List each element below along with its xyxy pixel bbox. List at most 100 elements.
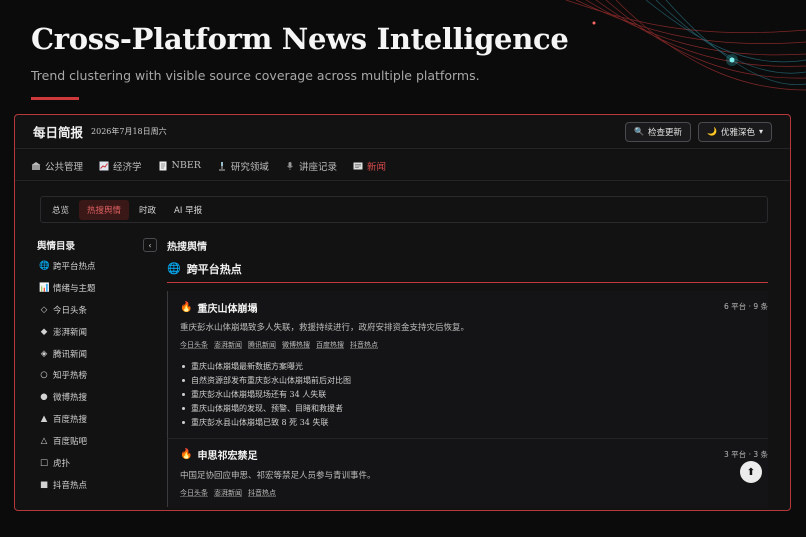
topic-title: 🔥 重庆山体崩塌 [180,299,768,315]
nav-label: 研究领域 [230,161,269,173]
sidebar-item-label: 今日头条 [53,305,88,316]
circle-icon: ● [40,392,48,403]
diamond-icon: ◆ [40,326,48,337]
document-icon [158,161,168,171]
sidebar-item-baidu[interactable]: ▲ 百度热搜 [37,408,157,430]
nav-label: 公共管理 [45,161,84,173]
topic-card[interactable]: 🔥 重庆山体崩塌 6 平台 · 9 条 重庆彭水山体崩塌致多人失联，救援持续进行… [167,291,768,438]
sidebar-item-thepaper[interactable]: ◆ 澎湃新闻 [37,321,157,343]
main-nav: 公共管理 经济学 NBER 研究领域 讲座记录 新闻 [15,151,790,181]
sidebar-header: 舆情目录 ‹ [37,235,157,255]
source-tag[interactable]: 抖音热点 [350,340,378,350]
nav-item-public-admin[interactable]: 公共管理 [31,159,83,173]
subtab-politics[interactable]: 时政 [131,200,164,220]
small-diamond-icon: ◈ [40,348,48,359]
headline-text: 重庆山体崩塌的发现、预警、目睹和救援者 [191,404,343,414]
triangle-outline-icon: △ [40,436,48,447]
check-update-button[interactable]: 🔍 检查更新 [625,121,691,142]
collapse-sidebar-button[interactable]: ‹ [143,238,157,252]
scroll-to-top-button[interactable]: ⬆ [740,461,762,483]
arrow-up-icon: ⬆ [746,466,756,478]
globe-icon: 🌐 [167,262,181,275]
subtab-hot-search[interactable]: 热搜舆情 [79,199,130,220]
topic-card[interactable]: 🔥 申思祁宏禁足 3 平台 · 3 条 中国足协回应申思、祁宏等禁足人员参与青训… [167,437,768,507]
theme-select-button[interactable]: 🌙 优雅深色 ▾ [698,121,772,142]
sidebar-item-sentiment[interactable]: 📊 情绪与主题 [37,277,157,299]
topic-description: 重庆彭水山体崩塌致多人失联，救援持续进行，政府安排资金支持灾后恢复。 [180,323,470,333]
sidebar-title: 舆情目录 [37,241,76,252]
sidebar-item-label: 跨平台热点 [53,261,96,272]
topic-meta: 6 平台 · 9 条 [724,302,768,311]
nav-item-nber[interactable]: NBER [158,160,201,171]
square-outline-icon: □ [39,457,49,468]
sidebar-item-tencent[interactable]: ◈ 腾讯新闻 [37,343,157,365]
globe-icon: 🌐 [39,260,50,271]
search-icon: 🔍 [634,127,644,136]
sidebar-item-toutiao[interactable]: ◇ 今日头条 [37,299,157,321]
app-window: 每日简报 2026年7月18日周六 🔍 检查更新 🌙 优雅深色 ▾ 公共管理 经… [14,114,791,511]
headline-item[interactable]: 自然资源部发布重庆彭水山体崩塌前后对比图 [180,373,768,387]
nav-item-lectures[interactable]: 讲座记录 [285,159,337,173]
subtab-ai-brief[interactable]: AI 早报 [166,200,210,220]
main-content: 热搜舆情 🌐 跨平台热点 🔥 重庆山体崩塌 6 平台 · 9 条 重庆彭水山体崩… [167,235,768,507]
subtab-overview[interactable]: 总览 [44,200,77,220]
nav-item-research[interactable]: 研究领域 [217,159,269,173]
sentiment-sidebar: 舆情目录 ‹ 🌐 跨平台热点 📊 情绪与主题 ◇ 今日头条 ◆ 澎湃新闻 ◈ 腾讯新闻 ○… [37,235,157,496]
source-tag[interactable]: 百度热搜 [316,340,344,350]
sidebar-item-tieba[interactable]: △ 百度贴吧 [37,430,157,452]
app-date: 2026年7月18日周六 [91,127,167,136]
source-tag[interactable]: 腾讯新闻 [248,340,276,350]
chart-icon: 📊 [39,282,50,293]
bullet-icon [182,364,185,368]
sidebar-item-zhihu[interactable]: ○ 知乎热榜 [37,364,157,386]
chart-icon [99,161,109,171]
sidebar-item-label: 微博热搜 [53,393,88,404]
sidebar-item-hupu[interactable]: □ 虎扑 [37,452,157,474]
nav-label: 新闻 [366,161,386,173]
sidebar-item-label: 百度热搜 [53,415,88,426]
sidebar-item-cross-platform[interactable]: 🌐 跨平台热点 [37,255,157,277]
app-header: 每日简报 2026年7月18日周六 🔍 检查更新 🌙 优雅深色 ▾ [15,115,790,149]
page-title: 热搜舆情 [167,241,207,253]
source-tag[interactable]: 微博热搜 [282,340,310,350]
headline-text: 自然资源部发布重庆彭水山体崩塌前后对比图 [191,375,351,385]
source-tag[interactable]: 今日头条 [180,340,208,350]
nav-label: 经济学 [113,161,142,173]
square-icon: ■ [39,479,49,490]
topic-title-label: 重庆山体崩塌 [197,303,258,315]
topic-title-label: 申思祁宏禁足 [197,451,258,463]
check-update-label: 检查更新 [647,127,682,138]
nav-label: NBER [171,160,201,171]
sidebar-item-douyin[interactable]: ■ 抖音热点 [37,474,157,496]
headline-text: 重庆彭水县山体崩塌已致 8 死 34 失联 [191,418,329,428]
headline-item[interactable]: 重庆彭水山体崩塌现场还有 34 人失联 [180,387,768,401]
headline-item[interactable]: 重庆彭水县山体崩塌已致 8 死 34 失联 [180,416,768,430]
microscope-icon [217,161,227,171]
source-tag[interactable]: 澎湃新闻 [214,340,242,350]
source-tags: 今日头条 澎湃新闻 腾讯新闻 微博热搜 百度热搜 抖音热点 [180,339,768,351]
hero-title: Cross-Platform News Intelligence [31,22,569,56]
building-icon [31,161,41,171]
fire-icon: 🔥 [180,301,193,313]
source-tag[interactable]: 澎湃新闻 [214,488,242,498]
hero-accent-rule [31,97,79,100]
sidebar-item-weibo[interactable]: ● 微博热搜 [37,386,157,408]
source-tag[interactable]: 今日头条 [180,488,208,498]
moon-icon: 🌙 [707,127,717,136]
nav-label: 讲座记录 [298,161,337,173]
newspaper-icon [353,161,363,171]
theme-label: 优雅深色 [720,127,755,138]
nav-item-economics[interactable]: 经济学 [99,159,142,173]
triangle-icon: ▲ [40,414,48,425]
headline-item[interactable]: 重庆山体崩塌最新数据方案曝光 [180,359,768,373]
subtab-bar: 总览 热搜舆情 时政 AI 早报 [40,196,768,223]
section-title-label: 跨平台热点 [186,262,242,276]
source-tag[interactable]: 抖音热点 [248,488,276,498]
topic-title: 🔥 申思祁宏禁足 [180,447,768,463]
section-title: 🌐 跨平台热点 [167,255,768,283]
app-brand: 每日简报 [33,125,84,140]
mic-icon [285,161,295,171]
nav-item-news[interactable]: 新闻 [353,159,386,173]
fire-icon: 🔥 [180,449,193,461]
headline-item[interactable]: 重庆山体崩塌的发现、预警、目睹和救援者 [180,402,768,416]
